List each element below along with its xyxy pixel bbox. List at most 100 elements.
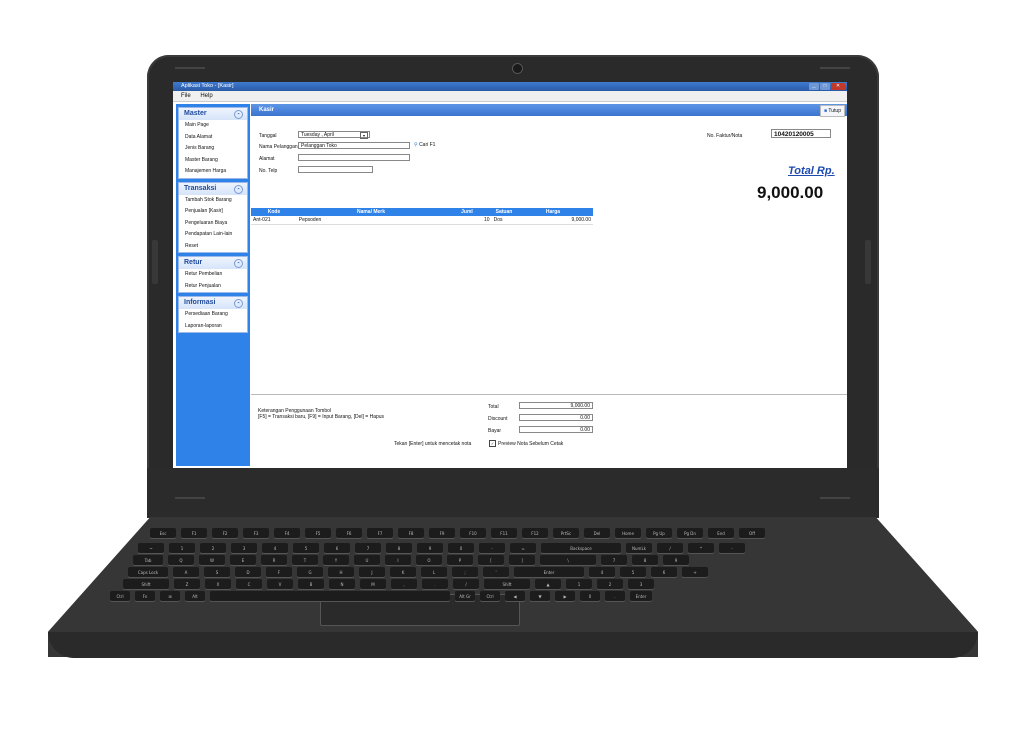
keyboard-key[interactable]: F3 xyxy=(243,528,269,538)
keyboard-key[interactable]: Shift xyxy=(484,579,530,589)
keyboard-key[interactable]: I xyxy=(385,555,411,565)
close-icon[interactable]: ✕ xyxy=(831,83,845,90)
keyboard-key[interactable]: 8 xyxy=(386,543,412,553)
sidebar-item-master-barang[interactable]: Master Barang xyxy=(179,155,247,167)
keyboard-key[interactable]: [ xyxy=(478,555,504,565)
keyboard-key[interactable]: Q xyxy=(168,555,194,565)
keyboard-key[interactable]: Fn xyxy=(135,591,155,601)
sidebar-item-main-page[interactable]: Main Page xyxy=(179,120,247,132)
keyboard-key[interactable]: 9 xyxy=(663,555,689,565)
payment-field[interactable]: 0.00 xyxy=(519,426,593,433)
keyboard-key[interactable]: Pg Up xyxy=(646,528,672,538)
keyboard-key[interactable]: 0 xyxy=(580,591,600,601)
keyboard-key[interactable]: M xyxy=(360,579,386,589)
keyboard-key[interactable]: Shift xyxy=(123,579,169,589)
keyboard-key[interactable] xyxy=(210,591,450,601)
keyboard-key[interactable]: Del xyxy=(584,528,610,538)
keyboard-key[interactable]: 2 xyxy=(597,579,623,589)
keyboard-key[interactable]: N xyxy=(329,579,355,589)
keyboard-key[interactable]: ▶ xyxy=(555,591,575,601)
keyboard-key[interactable]: Z xyxy=(174,579,200,589)
keyboard-key[interactable]: ; xyxy=(452,567,478,577)
discount-field[interactable]: 0.00 xyxy=(519,414,593,421)
menu-file[interactable]: File xyxy=(181,93,191,99)
keyboard-key[interactable]: 8 xyxy=(632,555,658,565)
keyboard-key[interactable]: Esc xyxy=(150,528,176,538)
date-picker[interactable]: Tuesday , April ▾ xyxy=(298,131,370,139)
sidebar-item-penjualan[interactable]: Penjualan [Kasir] xyxy=(179,206,247,218)
keyboard-key[interactable]: W xyxy=(199,555,225,565)
keyboard-key[interactable]: Backspace xyxy=(541,543,621,553)
keyboard-key[interactable]: Enter xyxy=(630,591,652,601)
keyboard-key[interactable]: . xyxy=(605,591,625,601)
close-panel-button[interactable]: ■ Tutup xyxy=(820,105,845,117)
keyboard-key[interactable]: ▲ xyxy=(535,579,561,589)
keyboard-key[interactable]: \ xyxy=(540,555,596,565)
minimize-icon[interactable]: _ xyxy=(809,83,819,90)
keyboard-key[interactable]: K xyxy=(390,567,416,577)
keyboard-key[interactable]: 0 xyxy=(448,543,474,553)
sidebar-item-jenis-barang[interactable]: Jenis Barang xyxy=(179,143,247,155)
keyboard-key[interactable]: U xyxy=(354,555,380,565)
keyboard-key[interactable]: F10 xyxy=(460,528,486,538)
keyboard-key[interactable]: Enter xyxy=(514,567,584,577)
keyboard-key[interactable]: A xyxy=(173,567,199,577)
keyboard-key[interactable]: Off xyxy=(739,528,765,538)
keyboard-key[interactable]: X xyxy=(205,579,231,589)
keyboard-key[interactable]: B xyxy=(298,579,324,589)
keyboard-key[interactable]: F xyxy=(266,567,292,577)
sidebar-item-pengeluaran[interactable]: Pengeluaran Biaya xyxy=(179,218,247,230)
cell-harga[interactable]: 9,000.00 xyxy=(523,216,593,224)
keyboard-key[interactable]: 1 xyxy=(169,543,195,553)
keyboard-key[interactable]: / xyxy=(657,543,683,553)
keyboard-key[interactable]: C xyxy=(236,579,262,589)
checkbox-checked-icon[interactable]: ✓ xyxy=(489,440,496,447)
keyboard-key[interactable]: F4 xyxy=(274,528,300,538)
keyboard-key[interactable]: ◀ xyxy=(505,591,525,601)
sidebar-item-laporan[interactable]: Laporan-laporan xyxy=(179,321,247,333)
keyboard-key[interactable]: Tab xyxy=(133,555,163,565)
sidebar-item-retur-penjualan[interactable]: Retur Penjualan xyxy=(179,281,247,293)
keyboard-key[interactable]: 4 xyxy=(262,543,288,553)
keyboard-key[interactable]: * xyxy=(688,543,714,553)
keyboard-key[interactable]: Alt Gr xyxy=(455,591,475,601)
cell-juml[interactable]: 10 xyxy=(446,216,492,224)
phone-field[interactable] xyxy=(298,166,373,173)
keyboard-key[interactable]: F7 xyxy=(367,528,393,538)
keyboard-key[interactable]: Home xyxy=(615,528,641,538)
keyboard-key[interactable]: 3 xyxy=(231,543,257,553)
cell-satuan[interactable]: Dos xyxy=(492,216,524,224)
keyboard-key[interactable]: 1 xyxy=(566,579,592,589)
keyboard-key[interactable]: E xyxy=(230,555,256,565)
sidebar-item-manajemen-harga[interactable]: Manajemen Harga xyxy=(179,166,247,178)
keyboard-key[interactable]: Ctrl xyxy=(480,591,500,601)
keyboard-key[interactable]: 3 xyxy=(628,579,654,589)
sidebar-header-informasi[interactable]: Informasi ⌃ xyxy=(179,297,247,309)
maximize-icon[interactable]: □ xyxy=(820,83,830,90)
keyboard-key[interactable]: - xyxy=(479,543,505,553)
address-field[interactable] xyxy=(298,154,410,161)
search-customer-button[interactable]: ⚲ Cari F1 xyxy=(414,142,435,148)
keyboard-key[interactable]: 6 xyxy=(651,567,677,577)
keyboard-key[interactable]: 4 xyxy=(589,567,615,577)
keyboard-key[interactable]: P xyxy=(447,555,473,565)
keyboard-key[interactable]: J xyxy=(359,567,385,577)
keyboard-key[interactable]: ] xyxy=(509,555,535,565)
table-row[interactable]: Ant-021 Pepsoden 10 Dos 9,000.00 xyxy=(251,216,593,225)
keyboard-key[interactable]: ▼ xyxy=(530,591,550,601)
sidebar-item-persediaan[interactable]: Persediaan Barang xyxy=(179,309,247,321)
collapse-icon[interactable]: ⌃ xyxy=(234,110,243,119)
preview-checkbox[interactable]: ✓ Preview Nota Sebelum Cetak xyxy=(489,440,563,447)
keyboard-key[interactable]: S xyxy=(204,567,230,577)
collapse-icon[interactable]: ⌃ xyxy=(234,259,243,268)
sidebar-header-transaksi[interactable]: Transaksi ⌃ xyxy=(179,182,247,195)
keyboard-key[interactable]: 5 xyxy=(620,567,646,577)
menu-help[interactable]: Help xyxy=(200,93,212,99)
keyboard-key[interactable]: Pg Dn xyxy=(677,528,703,538)
keyboard-key[interactable]: 9 xyxy=(417,543,443,553)
sidebar-item-retur-pembelian[interactable]: Retur Pembelian xyxy=(179,269,247,281)
keyboard-key[interactable]: F8 xyxy=(398,528,424,538)
keyboard-key[interactable]: F11 xyxy=(491,528,517,538)
sidebar-header-retur[interactable]: Retur ⌃ xyxy=(179,257,247,269)
keyboard-key[interactable]: O xyxy=(416,555,442,565)
